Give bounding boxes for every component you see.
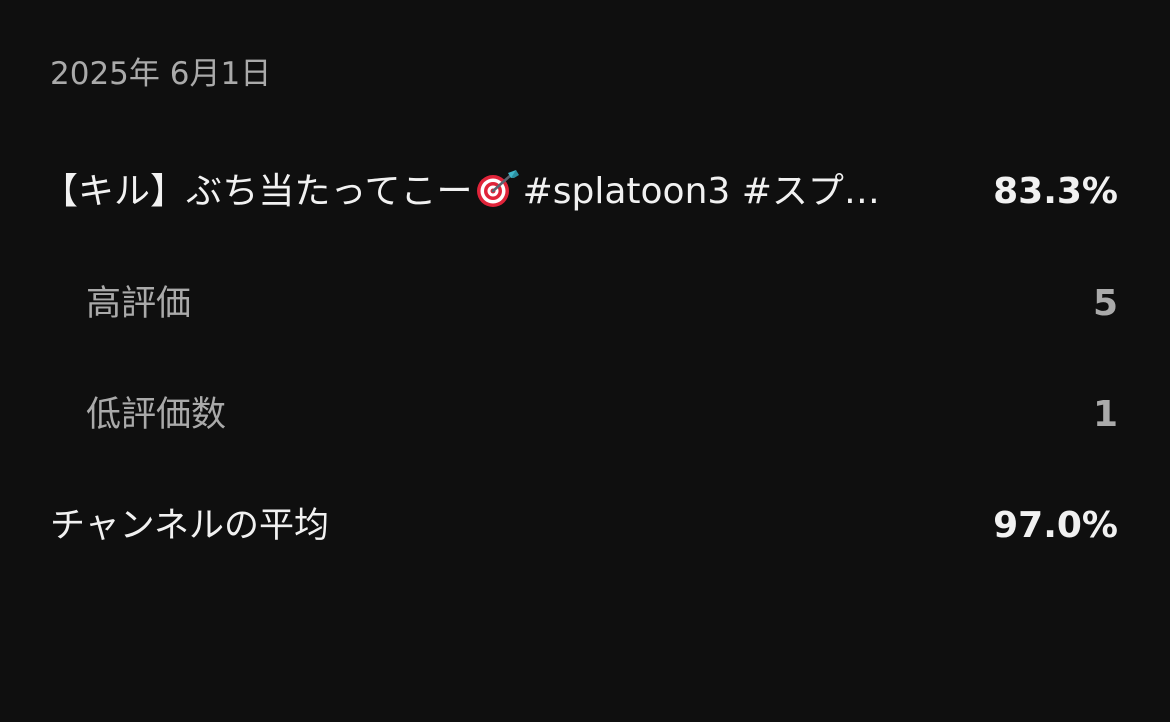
dislikes-count: 1	[1092, 394, 1118, 435]
channel-average-label: チャンネルの平均	[50, 506, 329, 546]
video-title-prefix: 【キル】ぶち当たってこー	[42, 171, 473, 212]
direct-hit-target-icon	[475, 168, 521, 208]
likes-label: 高評価	[86, 284, 192, 324]
likes-row: 高評価 5	[0, 274, 1170, 334]
channel-average-value: 97.0%	[993, 505, 1118, 546]
video-title-suffix: #splatoon3 #スプ…	[522, 171, 880, 212]
video-like-ratio: 83.3%	[993, 171, 1118, 212]
channel-average-row: チャンネルの平均 97.0%	[0, 496, 1170, 556]
video-title: 【キル】ぶち当たってこー #splatoon3 #スプ…	[42, 162, 922, 222]
dislikes-label: 低評価数	[86, 395, 227, 435]
likes-count: 5	[1092, 283, 1118, 324]
report-date: 2025年 6月1日	[50, 56, 272, 92]
dislikes-row: 低評価数 1	[0, 385, 1170, 445]
video-ratio-row: 【キル】ぶち当たってこー #splatoon3 #スプ… 83.3%	[0, 162, 1170, 222]
like-ratio-panel: 2025年 6月1日 【キル】ぶち当たってこー #splatoon3 #スプ… …	[0, 0, 1170, 722]
